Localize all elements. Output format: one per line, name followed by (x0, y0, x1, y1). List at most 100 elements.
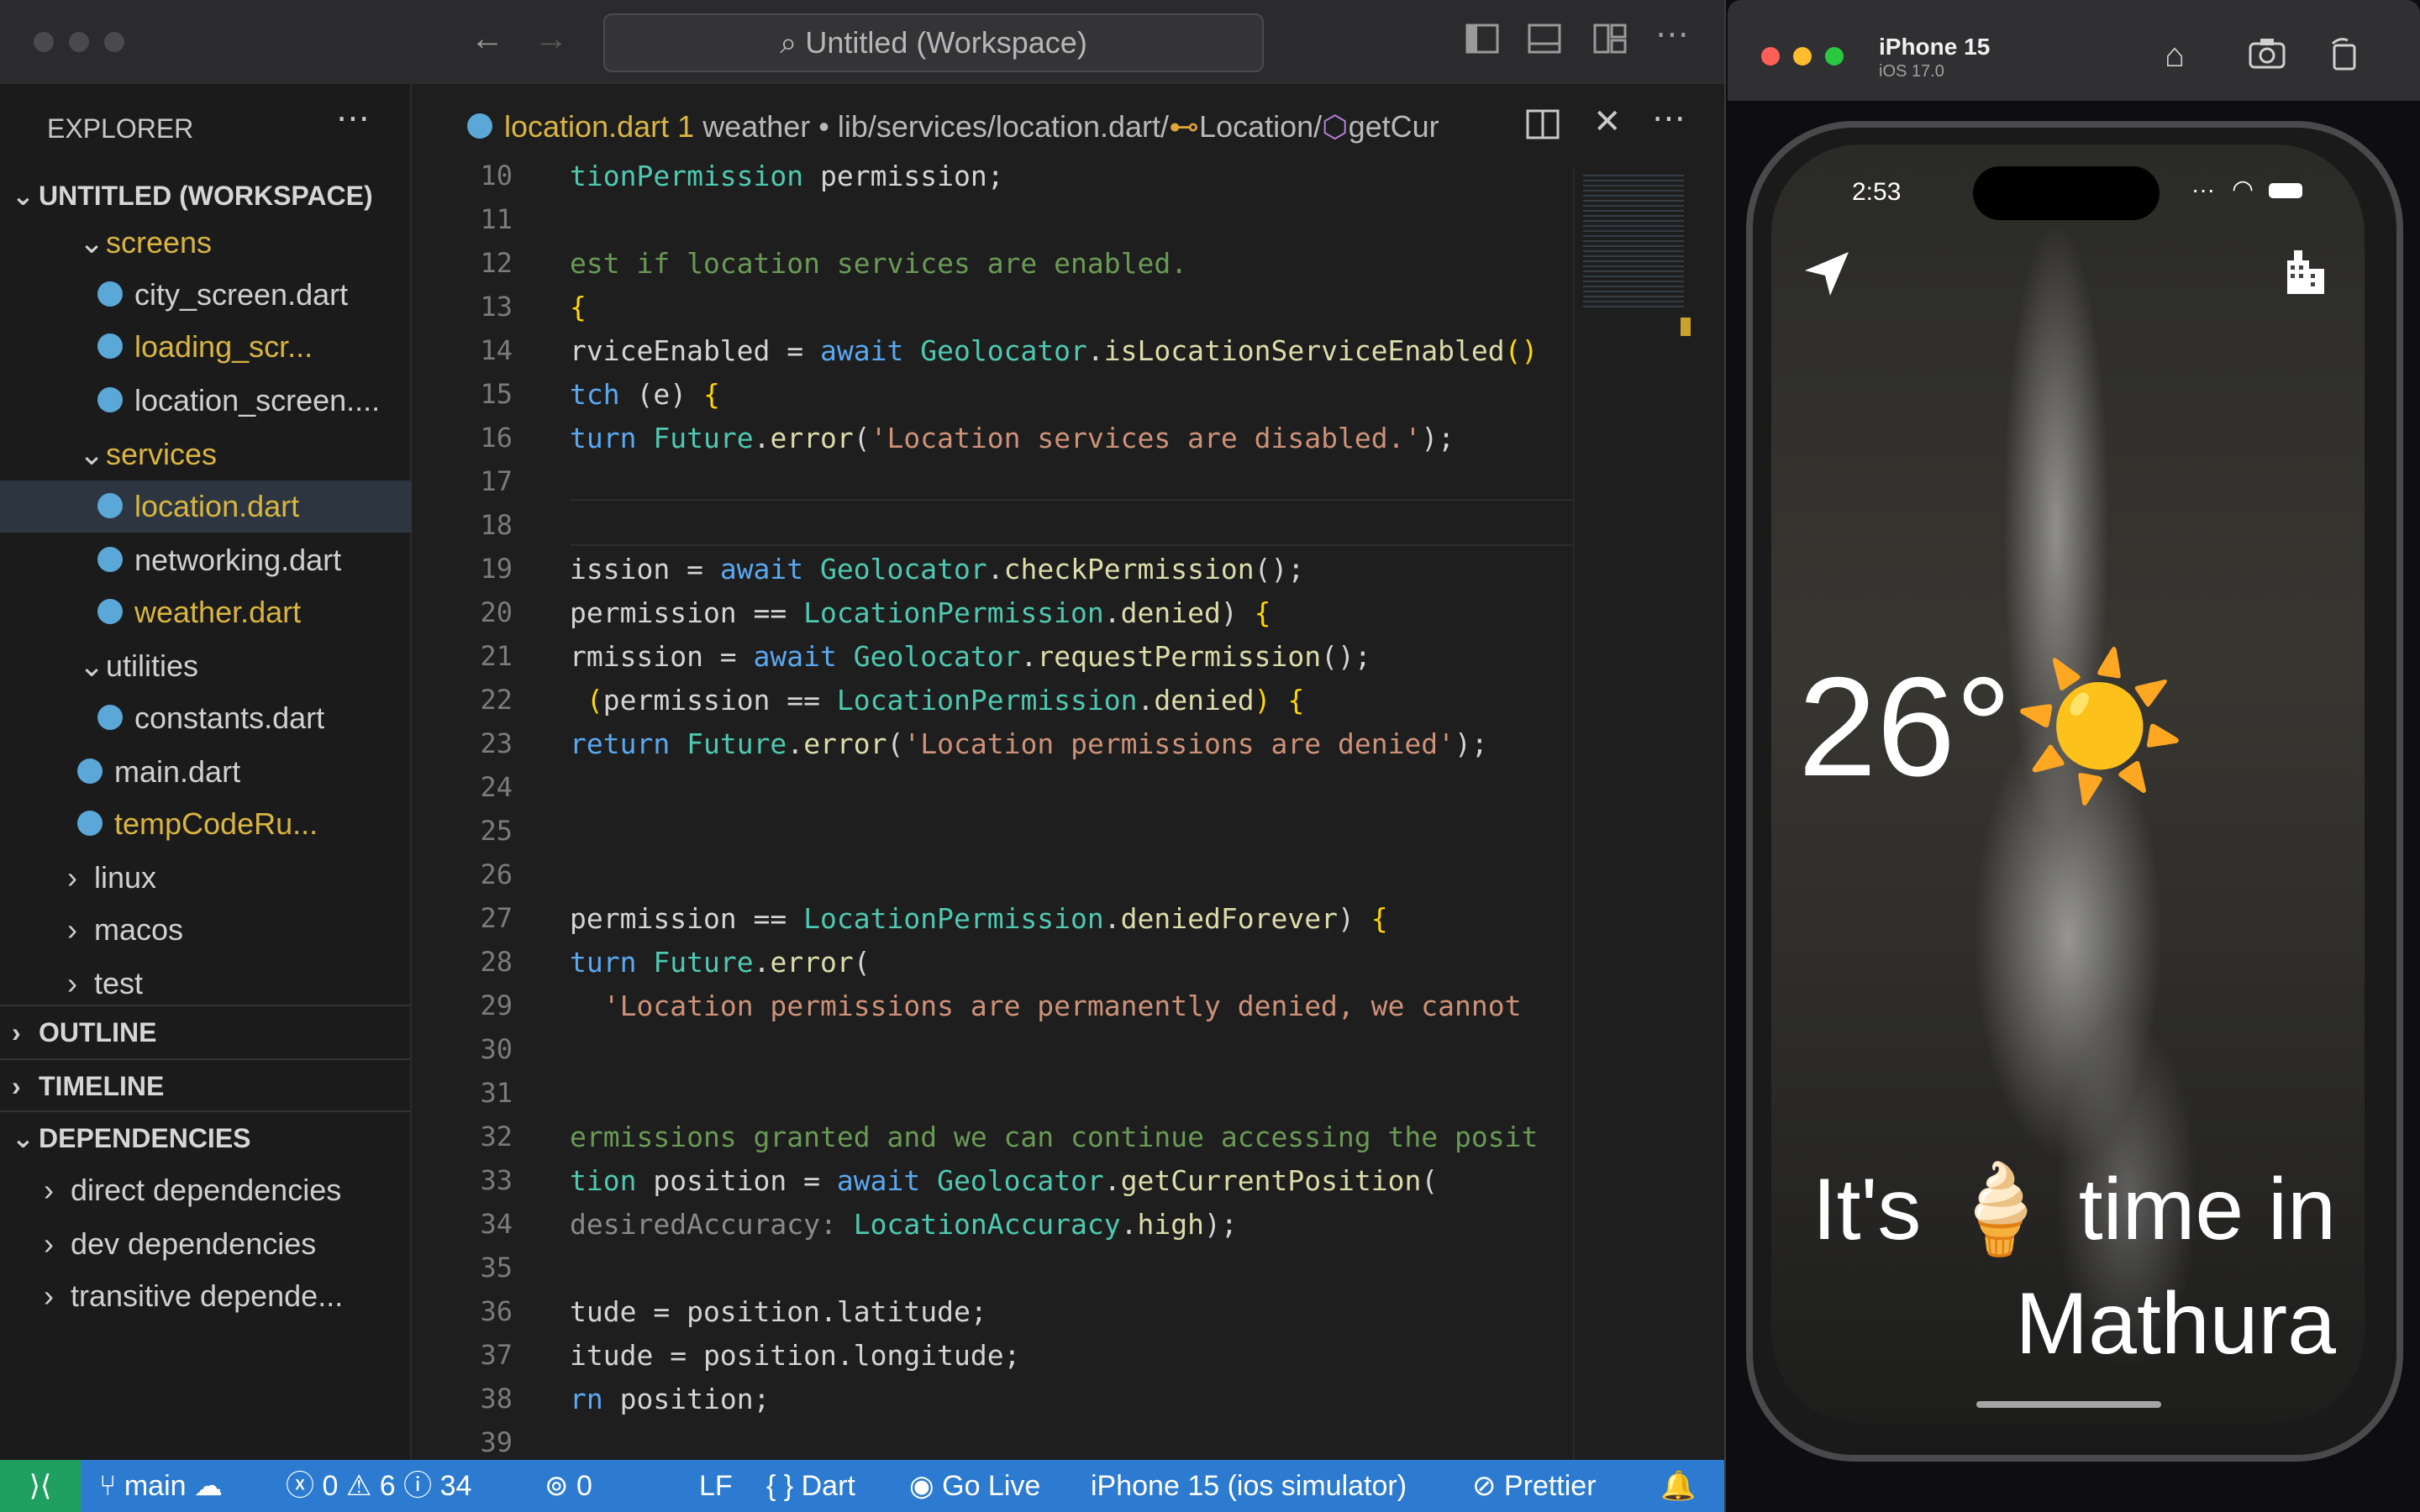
home-indicator[interactable] (1976, 1401, 2161, 1408)
line-number: 22 (480, 684, 513, 716)
ports-status[interactable]: ⊚ 0 (544, 1460, 592, 1512)
window-zoom-button[interactable] (104, 32, 124, 52)
breadcrumb-root[interactable]: weather (702, 109, 810, 144)
file-label: city_screen.dart (134, 277, 349, 312)
code-line: tch (e) { (570, 378, 720, 411)
info-count: 34 (439, 1470, 472, 1502)
deps-label: dev dependencies (71, 1226, 317, 1261)
dependencies-section[interactable]: ⌄ DEPENDENCIES (0, 1110, 410, 1164)
simulator-os-version: iOS 17.0 (1879, 62, 1944, 81)
line-number: 15 (480, 378, 513, 410)
breadcrumb-path[interactable]: lib/services/location.dart/ (838, 109, 1169, 144)
folder-label: test (94, 966, 144, 1000)
code-line: rmission = await Geolocator.requestPermi… (570, 640, 1371, 673)
simulator-device-name: iPhone 15 (1879, 34, 1991, 60)
deps-direct[interactable]: › direct dependencies (0, 1164, 454, 1216)
deps-transitive[interactable]: › transitive depende... (0, 1270, 454, 1322)
deps-dev[interactable]: › dev dependencies (0, 1218, 454, 1270)
command-center-label: Untitled (Workspace) (805, 25, 1087, 60)
breadcrumb-class[interactable]: Location/ (1199, 109, 1322, 144)
file-label: weather.dart (134, 595, 302, 629)
file-label: constants.dart (134, 701, 325, 735)
toggle-panel-icon[interactable] (1528, 22, 1561, 64)
dart-file-icon (97, 705, 123, 731)
timeline-section[interactable]: › TIMELINE (0, 1058, 410, 1112)
workspace-header[interactable]: ⌄ UNTITLED (WORKSPACE) (0, 170, 410, 222)
branch-status[interactable]: ⑂ main ☁ (99, 1460, 223, 1512)
golive-status[interactable]: ◉ Go Live (909, 1460, 1040, 1512)
line-number: 34 (480, 1208, 513, 1240)
customize-layout-icon[interactable] (1593, 22, 1627, 64)
weather-temperature-row: 26°☀️ (1798, 647, 2187, 806)
language-status[interactable]: { } Dart (766, 1460, 855, 1512)
line-number: 36 (480, 1295, 513, 1327)
section-title: DEPENDENCIES (39, 1123, 251, 1153)
editor-more-icon[interactable]: ⋯ (1652, 99, 1686, 138)
line-number: 29 (480, 990, 513, 1021)
back-arrow-icon[interactable]: ← (471, 20, 504, 58)
window-minimize-button[interactable] (69, 32, 89, 52)
code-line: turn Future.error( (570, 946, 871, 979)
error-icon: ⓧ (286, 1470, 314, 1502)
chevron-right-icon: › (67, 966, 77, 1000)
tree-folder-macos[interactable]: › macos (0, 904, 477, 956)
ports-count: 0 (576, 1470, 592, 1502)
line-number: 10 (480, 160, 513, 192)
line-number: 30 (480, 1033, 513, 1065)
tab-label: location.dart (504, 109, 670, 144)
tree-folder-linux[interactable]: › linux (0, 852, 477, 904)
line-number: 31 (480, 1077, 513, 1109)
simulator-close-button[interactable] (1761, 47, 1780, 66)
city-icon[interactable] (2281, 245, 2331, 300)
explorer-more-icon[interactable]: ⋯ (336, 99, 370, 138)
command-center-search[interactable]: ⌕ Untitled (Workspace) (603, 13, 1264, 72)
remote-indicator-icon[interactable]: ⟩⟨ (0, 1460, 81, 1512)
broadcast-icon: ⊚ (544, 1470, 569, 1502)
message-suffix: time in (2078, 1161, 2336, 1258)
minimap-warning-marker (1681, 318, 1691, 336)
line-number: 25 (480, 815, 513, 847)
tree-folder-test[interactable]: › test (0, 958, 477, 1010)
line-number: 35 (480, 1252, 513, 1284)
minimap-preview (1583, 175, 1684, 309)
chevron-right-icon: › (67, 912, 77, 947)
code-line: 'Location permissions are permanently de… (602, 990, 1522, 1022)
code-line: desiredAccuracy: LocationAccuracy.high); (570, 1208, 1238, 1241)
line-number: 37 (480, 1339, 513, 1371)
device-status[interactable]: iPhone 15 (ios simulator) (1091, 1460, 1407, 1512)
notifications-icon[interactable]: 🔔 (1660, 1460, 1696, 1512)
line-number: 21 (480, 640, 513, 672)
rotate-icon[interactable] (2328, 37, 2361, 79)
home-icon[interactable]: ⌂ (2165, 37, 2185, 75)
minimap[interactable] (1573, 168, 1692, 1460)
prettier-status[interactable]: ⊘ Prettier (1472, 1460, 1597, 1512)
more-actions-icon[interactable]: ⋯ (1655, 15, 1689, 54)
warning-icon: ⚠ (345, 1470, 372, 1502)
code-line: tionPermission permission; (570, 160, 1004, 192)
chevron-down-icon: ⌄ (12, 181, 34, 211)
toggle-sidebar-icon[interactable] (1465, 22, 1499, 64)
city-name: Mathura (2015, 1275, 2336, 1373)
section-title: TIMELINE (39, 1071, 165, 1101)
simulator-minimize-button[interactable] (1793, 47, 1812, 66)
simulator-zoom-button[interactable] (1825, 47, 1844, 66)
screenshot-icon[interactable] (2249, 37, 2286, 79)
tab-location-dart[interactable]: location.dart 1 weather • lib/services/l… (467, 109, 1439, 144)
outline-section[interactable]: › OUTLINE (0, 1005, 410, 1058)
info-icon: ⓘ (403, 1470, 433, 1502)
location-arrow-icon[interactable] (1800, 247, 1854, 305)
sun-icon: ☀️ (2012, 648, 2188, 806)
folded-region-divider (570, 499, 1573, 501)
eol-status[interactable]: LF (699, 1460, 733, 1512)
split-editor-icon[interactable] (1526, 108, 1560, 150)
message-prefix: It's (1812, 1161, 1922, 1258)
line-number: 33 (480, 1164, 513, 1196)
problems-status[interactable]: ⓧ 0 ⚠ 6 ⓘ 34 (286, 1460, 471, 1512)
close-tab-icon[interactable]: ✕ (1593, 102, 1622, 141)
line-number: 13 (480, 291, 513, 323)
window-close-button[interactable] (34, 32, 54, 52)
chevron-right-icon: › (44, 1226, 54, 1261)
breadcrumb-method[interactable]: getCur (1349, 109, 1439, 144)
forward-arrow-icon[interactable]: → (534, 20, 568, 58)
code-line: itude = position.longitude; (570, 1339, 1021, 1372)
